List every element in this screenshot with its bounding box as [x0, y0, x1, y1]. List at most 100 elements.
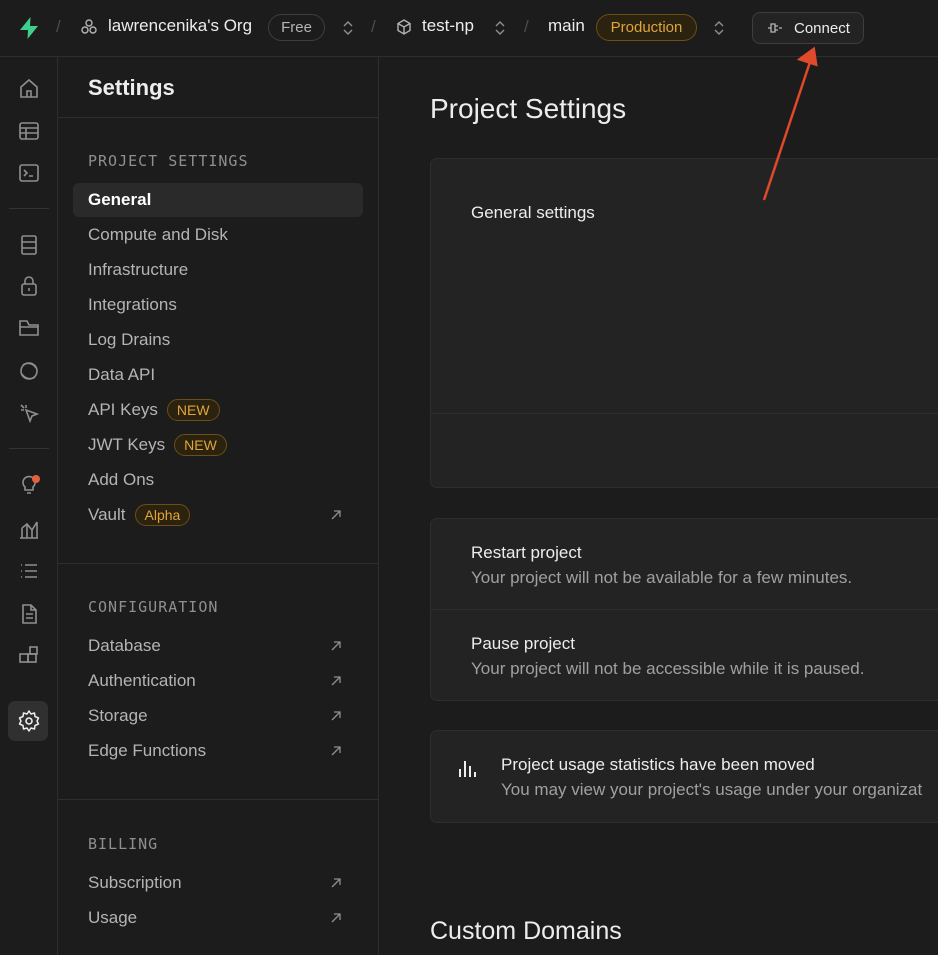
org-name[interactable]: lawrencenika's Org: [108, 16, 252, 36]
sidebar-item-api-keys[interactable]: API Keys NEW: [73, 393, 363, 427]
branch-name[interactable]: main: [548, 16, 585, 36]
sidebar-item-label: Authentication: [88, 671, 196, 690]
external-link-icon: [331, 913, 341, 923]
sidebar-divider: [58, 117, 379, 118]
rail-divider: [9, 208, 49, 209]
org-plan-badge: Free: [268, 14, 325, 41]
restart-project-description: Your project will not be available for a…: [471, 568, 853, 587]
new-badge: NEW: [166, 399, 220, 421]
sidebar-item-label: Vault: [88, 505, 126, 524]
reports-chart-icon[interactable]: [17, 517, 41, 541]
external-link-icon: [331, 711, 341, 721]
connect-label: Connect: [794, 19, 850, 37]
sidebar-item-label: Database: [88, 636, 161, 655]
logs-list-icon[interactable]: [17, 559, 41, 583]
storage-folder-icon[interactable]: [17, 316, 41, 340]
pause-project-description: Your project will not be accessible whil…: [471, 659, 865, 678]
page-title: Project Settings: [430, 93, 627, 124]
sidebar-item-label: Usage: [88, 908, 138, 927]
branch-env-badge: Production: [596, 14, 697, 41]
general-settings-card: General settings: [430, 158, 938, 488]
api-docs-icon[interactable]: [17, 602, 41, 626]
sidebar-item-log-drains[interactable]: Log Drains: [73, 323, 363, 357]
sidebar-item-label: Compute and Disk: [88, 225, 228, 244]
connect-button[interactable]: Connect: [752, 12, 864, 44]
sidebar-divider: [58, 563, 379, 564]
sidebar-item-data-api[interactable]: Data API: [73, 358, 363, 392]
general-settings-label: General settings: [471, 203, 595, 222]
project-switcher-chevron-icon[interactable]: [493, 19, 507, 37]
sql-editor-icon[interactable]: [17, 161, 41, 185]
sidebar-item-database[interactable]: Database: [73, 629, 363, 663]
sidebar-item-jwt-keys[interactable]: JWT Keys NEW: [73, 428, 363, 462]
sidebar-item-authentication[interactable]: Authentication: [73, 664, 363, 698]
edge-functions-cursor-icon[interactable]: [17, 401, 41, 425]
integrations-icon[interactable]: [17, 644, 41, 668]
project-settings-section-label: PROJECT SETTINGS: [88, 152, 249, 170]
sidebar-divider: [58, 799, 379, 800]
main-content: Project Settings General settings Restar…: [379, 57, 938, 955]
icon-rail: [0, 57, 58, 955]
sidebar-item-label: Add Ons: [88, 470, 155, 489]
breadcrumb-separator: /: [371, 17, 376, 36]
sidebar-item-label: Log Drains: [88, 330, 171, 349]
sidebar-item-label: Storage: [88, 706, 148, 725]
usage-notice-card: Project usage statistics have been moved…: [430, 730, 938, 823]
auth-lock-icon[interactable]: [17, 274, 41, 298]
external-link-icon: [331, 641, 341, 651]
plug-icon: [768, 23, 782, 33]
external-link-icon: [331, 878, 341, 888]
usage-notice-label: Project usage statistics have been moved: [501, 755, 815, 774]
database-icon[interactable]: [17, 233, 41, 257]
project-actions-card: Restart project Your project will not be…: [430, 518, 938, 701]
card-divider: [431, 413, 938, 414]
sidebar-item-edge-functions[interactable]: Edge Functions: [73, 734, 363, 768]
alpha-badge: Alpha: [134, 504, 191, 526]
sidebar-item-label: Edge Functions: [88, 741, 207, 760]
sidebar-item-add-ons[interactable]: Add Ons: [73, 463, 363, 497]
sidebar-item-label: Data API: [88, 365, 156, 384]
sidebar-title: Settings: [88, 75, 175, 100]
sidebar-item-storage[interactable]: Storage: [73, 699, 363, 733]
table-editor-icon[interactable]: [17, 119, 41, 143]
restart-project-label: Restart project: [471, 543, 582, 562]
sidebar-item-subscription[interactable]: Subscription: [73, 866, 363, 900]
supabase-logo-icon[interactable]: [17, 16, 41, 40]
home-icon[interactable]: [17, 77, 41, 101]
sidebar-item-label: Infrastructure: [88, 260, 189, 279]
realtime-icon[interactable]: [17, 359, 41, 383]
settings-sidebar: Settings PROJECT SETTINGS General Comput…: [58, 57, 379, 955]
project-cube-icon: [397, 19, 411, 35]
sidebar-item-label: General: [88, 190, 152, 209]
branch-switcher-chevron-icon[interactable]: [712, 19, 726, 37]
organization-icon: [81, 19, 97, 34]
bar-chart-icon: [459, 761, 476, 777]
configuration-section-label: CONFIGURATION: [88, 598, 219, 616]
sidebar-item-label: JWT Keys: [88, 435, 166, 454]
sidebar-item-infrastructure[interactable]: Infrastructure: [73, 253, 363, 287]
sidebar-item-compute-and-disk[interactable]: Compute and Disk: [73, 218, 363, 252]
usage-notice-description: You may view your project's usage under …: [501, 780, 923, 799]
top-bar: / lawrencenika's Org Free / test-np / ma…: [0, 0, 938, 57]
pause-project-label: Pause project: [471, 634, 575, 653]
settings-gear-icon[interactable]: [17, 709, 41, 733]
org-switcher-chevron-icon[interactable]: [341, 19, 355, 37]
project-name[interactable]: test-np: [422, 16, 474, 36]
external-link-icon: [331, 676, 341, 686]
sidebar-item-vault[interactable]: Vault Alpha: [73, 498, 363, 532]
sidebar-item-usage[interactable]: Usage: [73, 901, 363, 935]
billing-section-label: BILLING: [88, 835, 159, 853]
external-link-icon: [331, 510, 341, 520]
breadcrumb-separator: /: [56, 17, 61, 36]
card-divider: [431, 609, 938, 610]
sidebar-item-general[interactable]: General: [73, 183, 363, 217]
advisors-bulb-icon[interactable]: [17, 473, 41, 497]
sidebar-item-integrations[interactable]: Integrations: [73, 288, 363, 322]
breadcrumb-separator: /: [524, 17, 529, 36]
new-badge: NEW: [174, 434, 227, 456]
rail-divider: [9, 448, 49, 449]
sidebar-item-label: Integrations: [88, 295, 177, 314]
sidebar-item-label: Subscription: [88, 873, 182, 892]
custom-domains-title: Custom Domains: [430, 917, 622, 945]
external-link-icon: [331, 746, 341, 756]
